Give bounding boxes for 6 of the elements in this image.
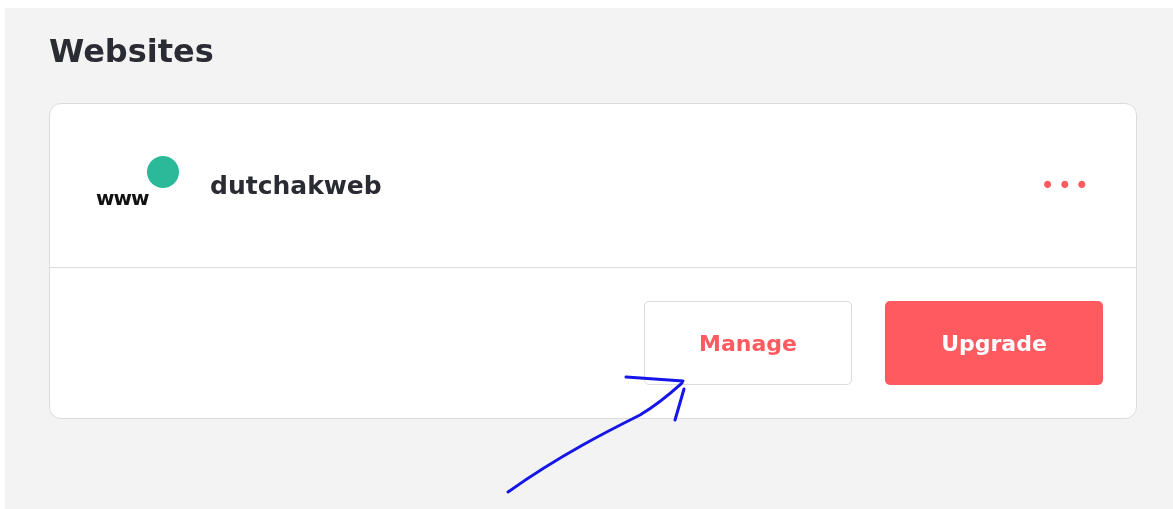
website-name: dutchakweb <box>210 171 382 201</box>
manage-button[interactable]: Manage <box>644 301 852 386</box>
www-icon: www <box>96 185 149 210</box>
more-options-button[interactable]: ••• <box>1040 171 1092 200</box>
upgrade-button[interactable]: Upgrade <box>885 301 1103 386</box>
section-title: Websites <box>49 34 215 70</box>
